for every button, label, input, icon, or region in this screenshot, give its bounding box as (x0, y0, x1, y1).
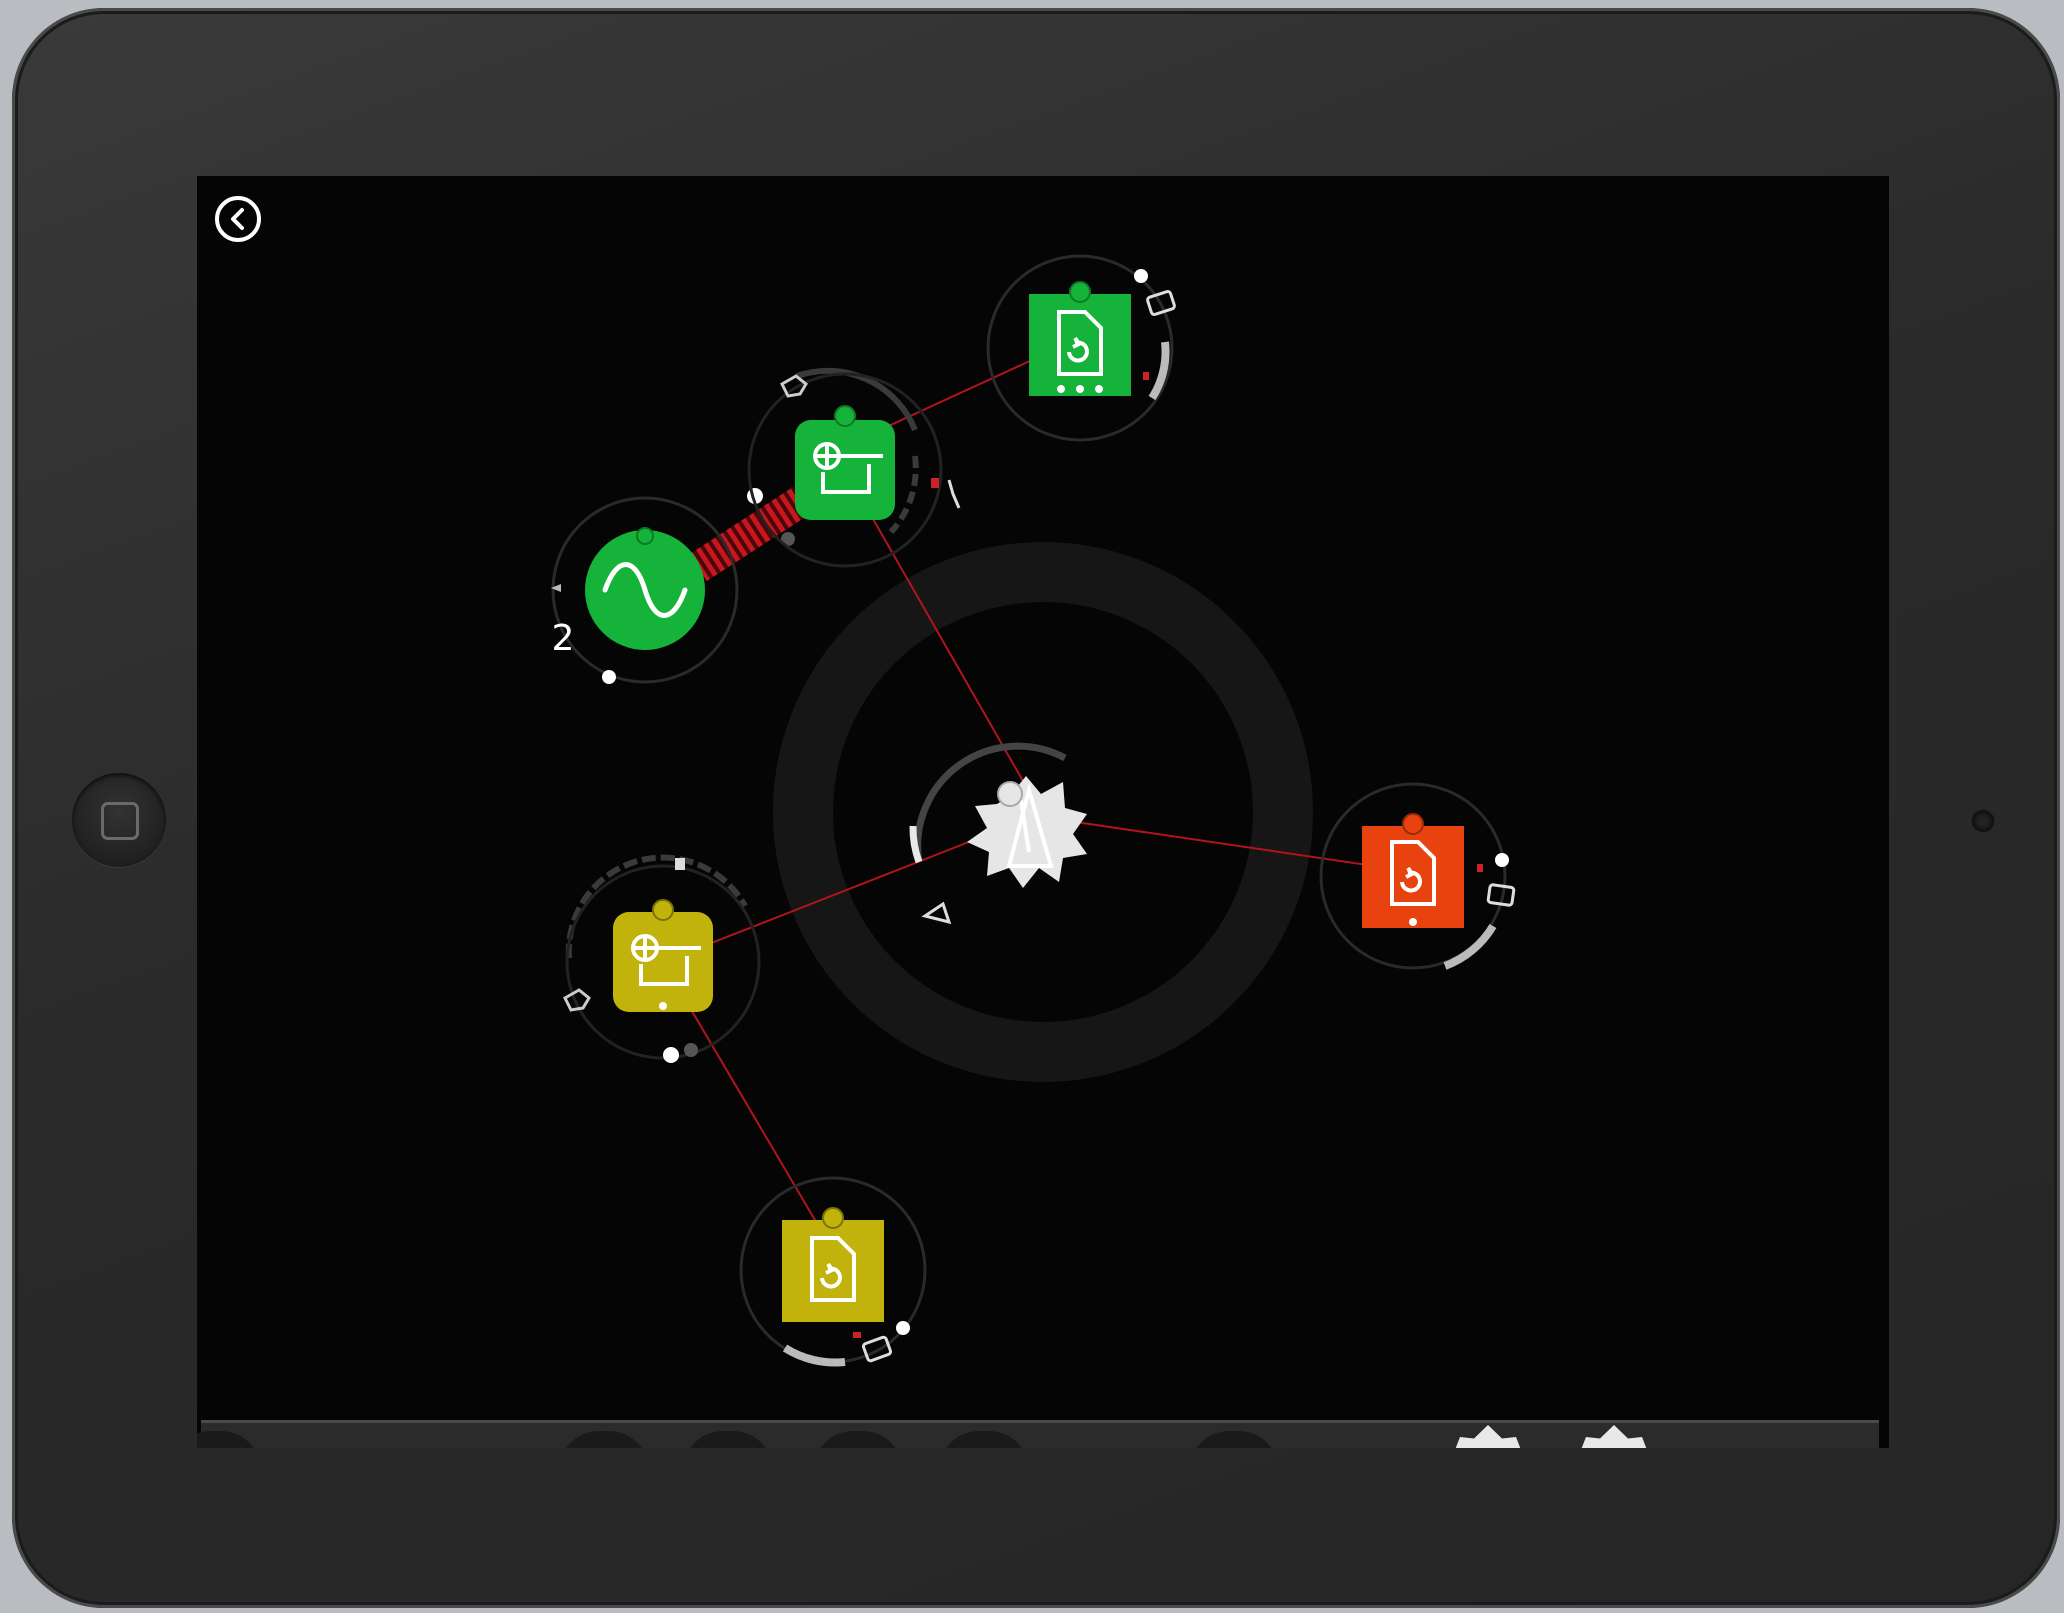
chevron-left-icon (231, 208, 244, 230)
tray-slot[interactable] (683, 1431, 773, 1448)
connection-line (1034, 815, 1416, 873)
indicator-dot (1076, 385, 1084, 393)
tray-hub-icon[interactable] (1453, 1425, 1523, 1448)
level-marker (931, 478, 939, 488)
output-port[interactable] (1069, 281, 1091, 303)
master-hub-node[interactable] (909, 742, 1087, 925)
filter-node-green[interactable] (747, 367, 961, 568)
output-port[interactable] (834, 405, 856, 427)
oscillator-node[interactable]: 2 (551, 496, 739, 684)
handle-dot[interactable] (1495, 853, 1509, 867)
indicator-dot (1409, 918, 1417, 926)
output-port[interactable] (652, 899, 674, 921)
sample-player-orange-node[interactable] (1319, 782, 1516, 970)
handle-dot[interactable] (602, 670, 616, 684)
level-marker (853, 1332, 861, 1338)
app-screen: 2 (197, 176, 1889, 1448)
filter-node-yellow[interactable] (563, 854, 761, 1063)
filter-body (795, 420, 895, 520)
indicator-dot (1057, 385, 1065, 393)
tray-slot[interactable] (939, 1431, 1029, 1448)
sample-player-green-node[interactable] (986, 254, 1176, 442)
tray-slot[interactable] (813, 1431, 903, 1448)
metronome-small-icon (921, 901, 952, 925)
level-marker (1143, 372, 1149, 380)
tray-slot[interactable] (1189, 1431, 1279, 1448)
module-tray[interactable] (197, 1420, 1879, 1448)
node-canvas: 2 (551, 254, 1516, 1367)
handle-dot[interactable] (663, 1047, 679, 1063)
speaker-icon (780, 374, 808, 398)
output-port[interactable] (636, 527, 654, 545)
sample-player-yellow-node[interactable] (739, 1176, 927, 1367)
output-port[interactable] (822, 1207, 844, 1229)
range-marker (675, 858, 685, 870)
camera-icon (861, 1335, 893, 1363)
tray-slot[interactable] (559, 1431, 649, 1448)
connector-dot (684, 1043, 698, 1057)
handle-dot[interactable] (896, 1321, 910, 1335)
tray-slot[interactable] (197, 1431, 261, 1448)
node-arc (1443, 923, 1497, 970)
node-arc (782, 1344, 846, 1367)
indicator-dot (659, 1002, 667, 1010)
indicator-dot (1095, 385, 1103, 393)
output-port[interactable] (1402, 813, 1424, 835)
front-camera (1972, 810, 1994, 832)
back-button[interactable] (215, 196, 261, 242)
home-square-icon (101, 802, 139, 840)
handle-dot[interactable] (1134, 269, 1148, 283)
tray-hub-icon[interactable] (1579, 1425, 1649, 1448)
wrench-icon (947, 479, 961, 509)
level-marker (1477, 864, 1483, 872)
filter-body (613, 912, 713, 1012)
output-port[interactable] (997, 781, 1023, 807)
home-button[interactable] (72, 773, 166, 867)
oscillator-value: 2 (552, 618, 575, 659)
